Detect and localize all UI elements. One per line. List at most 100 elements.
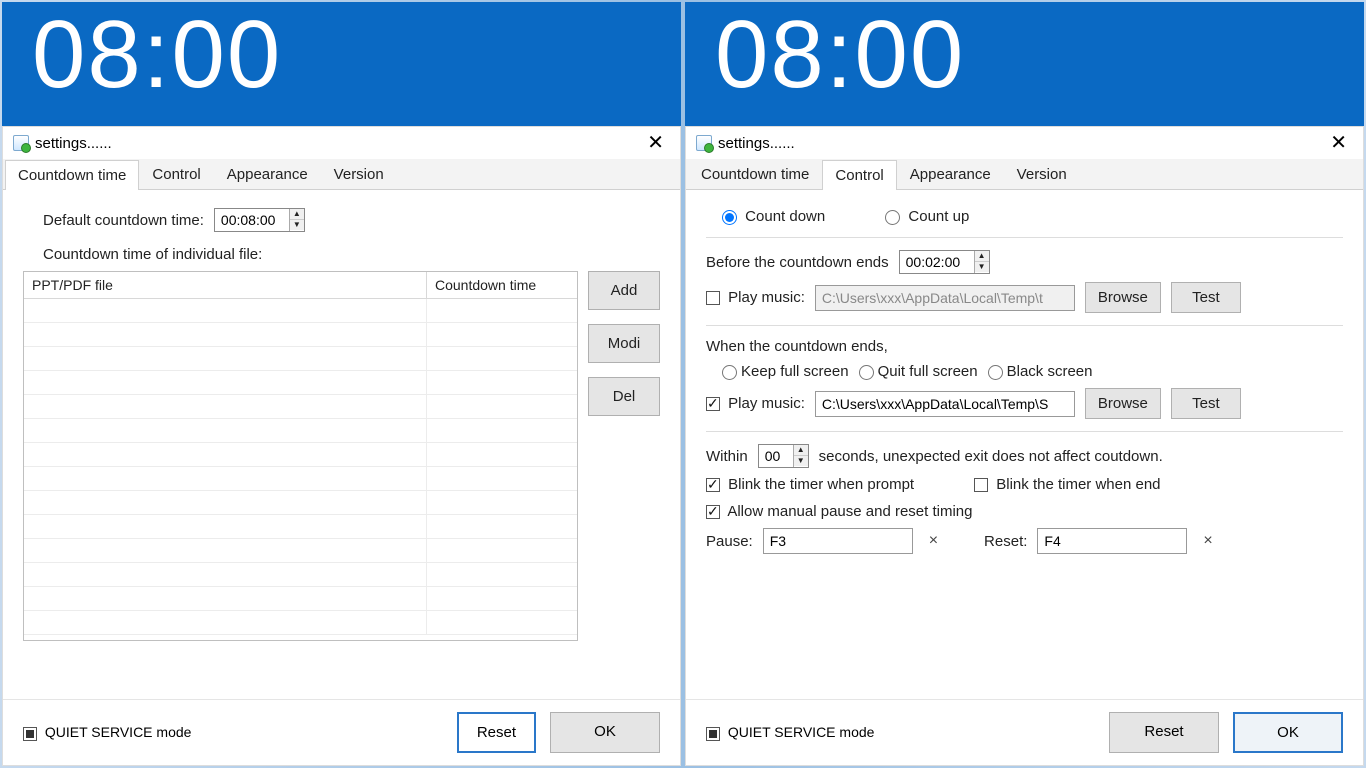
tab-control[interactable]: Control: [822, 160, 896, 190]
quit-fs-radio[interactable]: [859, 365, 874, 380]
table-row[interactable]: [24, 299, 577, 323]
count-down-option[interactable]: Count down: [722, 208, 825, 225]
play-music-end-option[interactable]: Play music:: [706, 395, 805, 412]
tab-countdown[interactable]: Countdown time: [688, 159, 822, 189]
before-end-input[interactable]: [900, 251, 974, 273]
reset-key-input[interactable]: [1037, 528, 1187, 554]
keep-fs-label: Keep full screen: [741, 363, 849, 380]
table-row[interactable]: [24, 515, 577, 539]
table-row[interactable]: [24, 371, 577, 395]
default-countdown-input[interactable]: [215, 209, 289, 231]
within-label-2: seconds, unexpected exit does not affect…: [819, 448, 1163, 465]
spin-up-icon[interactable]: ▲: [290, 209, 304, 220]
table-row[interactable]: [24, 611, 577, 635]
pause-clear-icon[interactable]: ×: [923, 532, 944, 550]
quiet-mode-label: QUIET SERVICE mode: [45, 724, 192, 740]
blink-prompt-option[interactable]: Blink the timer when prompt: [706, 476, 914, 493]
individual-file-table[interactable]: PPT/PDF file Countdown time: [23, 271, 578, 641]
dialog-footer: QUIET SERVICE mode Reset OK: [686, 699, 1363, 765]
reset-button[interactable]: Reset: [1109, 712, 1219, 753]
quit-fs-option[interactable]: Quit full screen: [859, 363, 978, 380]
table-row[interactable]: [24, 563, 577, 587]
play-music-end-label: Play music:: [728, 395, 805, 412]
play-music-before-label: Play music:: [728, 289, 805, 306]
allow-pause-option[interactable]: Allow manual pause and reset timing: [706, 503, 972, 520]
quiet-mode-option[interactable]: QUIET SERVICE mode: [706, 724, 874, 740]
count-up-label: Count up: [908, 208, 969, 225]
table-row[interactable]: [24, 467, 577, 491]
tab-countdown[interactable]: Countdown time: [5, 160, 139, 190]
table-row[interactable]: [24, 419, 577, 443]
table-row[interactable]: [24, 491, 577, 515]
add-button[interactable]: Add: [588, 271, 660, 310]
separator: [706, 431, 1343, 432]
within-spinner[interactable]: ▲▼: [758, 444, 809, 468]
count-up-option[interactable]: Count up: [885, 208, 969, 225]
quiet-mode-checkbox[interactable]: [23, 727, 37, 741]
count-down-label: Count down: [745, 208, 825, 225]
blink-end-option[interactable]: Blink the timer when end: [974, 476, 1160, 493]
table-row[interactable]: [24, 323, 577, 347]
play-music-before-option[interactable]: Play music:: [706, 289, 805, 306]
reset-clear-icon[interactable]: ×: [1197, 532, 1218, 550]
when-end-label: When the countdown ends,: [706, 338, 888, 355]
modi-button[interactable]: Modi: [588, 324, 660, 363]
close-icon[interactable]: ✕: [1324, 133, 1353, 153]
control-tab-body: Count down Count up Before the countdown…: [686, 190, 1363, 699]
music-path-end-input[interactable]: [815, 391, 1075, 417]
before-end-spinner[interactable]: ▲▼: [899, 250, 990, 274]
play-music-end-checkbox[interactable]: [706, 397, 720, 411]
pause-key-input[interactable]: [763, 528, 913, 554]
blink-end-checkbox[interactable]: [974, 478, 988, 492]
spin-down-icon[interactable]: ▼: [290, 220, 304, 230]
quiet-mode-label: QUIET SERVICE mode: [728, 724, 875, 740]
settings-window-right: settings...... ✕ Countdown time Control …: [685, 126, 1364, 766]
music-path-before-input: [815, 285, 1075, 311]
count-up-radio[interactable]: [885, 210, 900, 225]
within-label-1: Within: [706, 448, 748, 465]
keep-fs-option[interactable]: Keep full screen: [722, 363, 849, 380]
close-icon[interactable]: ✕: [641, 133, 670, 153]
countdown-tab-body: Default countdown time: ▲▼ Countdown tim…: [3, 190, 680, 699]
ok-button[interactable]: OK: [550, 712, 660, 753]
blink-end-label: Blink the timer when end: [996, 476, 1160, 493]
quiet-mode-checkbox[interactable]: [706, 727, 720, 741]
black-screen-label: Black screen: [1007, 363, 1093, 380]
panel-right: 08:00 settings...... ✕ Countdown time Co…: [685, 2, 1364, 766]
tab-control[interactable]: Control: [139, 159, 213, 189]
spin-down-icon[interactable]: ▼: [975, 262, 989, 272]
test-before-button[interactable]: Test: [1171, 282, 1241, 313]
blink-prompt-checkbox[interactable]: [706, 478, 720, 492]
app-icon: [13, 135, 29, 151]
play-music-before-checkbox[interactable]: [706, 291, 720, 305]
spin-down-icon[interactable]: ▼: [794, 456, 808, 466]
black-screen-option[interactable]: Black screen: [988, 363, 1093, 380]
tab-appearance[interactable]: Appearance: [214, 159, 321, 189]
test-end-button[interactable]: Test: [1171, 388, 1241, 419]
tab-version[interactable]: Version: [1004, 159, 1080, 189]
clock-display: 08:00: [685, 2, 1364, 126]
table-row[interactable]: [24, 395, 577, 419]
black-screen-radio[interactable]: [988, 365, 1003, 380]
settings-window-left: settings...... ✕ Countdown time Control …: [2, 126, 681, 766]
spin-up-icon[interactable]: ▲: [794, 445, 808, 456]
spin-up-icon[interactable]: ▲: [975, 251, 989, 262]
allow-pause-checkbox[interactable]: [706, 505, 720, 519]
table-row[interactable]: [24, 587, 577, 611]
del-button[interactable]: Del: [588, 377, 660, 416]
browse-end-button[interactable]: Browse: [1085, 388, 1161, 419]
table-row[interactable]: [24, 347, 577, 371]
tab-appearance[interactable]: Appearance: [897, 159, 1004, 189]
ok-button[interactable]: OK: [1233, 712, 1343, 753]
within-input[interactable]: [759, 445, 793, 467]
default-countdown-spinner[interactable]: ▲▼: [214, 208, 305, 232]
tab-bar: Countdown time Control Appearance Versio…: [3, 159, 680, 190]
table-row[interactable]: [24, 539, 577, 563]
tab-version[interactable]: Version: [321, 159, 397, 189]
quiet-mode-option[interactable]: QUIET SERVICE mode: [23, 724, 191, 740]
reset-button[interactable]: Reset: [457, 712, 536, 753]
count-down-radio[interactable]: [722, 210, 737, 225]
browse-before-button[interactable]: Browse: [1085, 282, 1161, 313]
table-row[interactable]: [24, 443, 577, 467]
keep-fs-radio[interactable]: [722, 365, 737, 380]
